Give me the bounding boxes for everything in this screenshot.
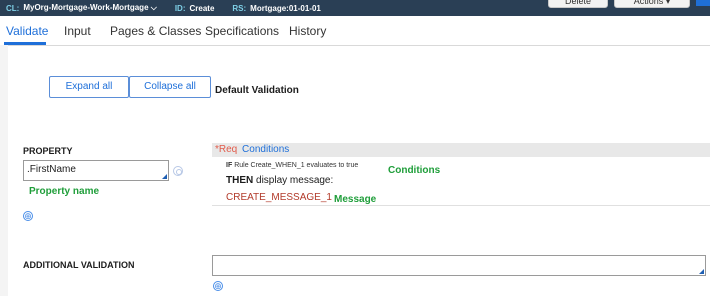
then-line: THEN display message: — [226, 175, 333, 186]
delete-button[interactable]: Delete — [548, 0, 608, 8]
rule-tabs: Validate Input Pages & Classes Specifica… — [0, 16, 710, 46]
cl-label: CL: — [6, 3, 20, 13]
rule-text[interactable]: Rule Create_WHEN_1 evaluates to true — [234, 162, 358, 169]
active-tab-indicator — [4, 42, 46, 45]
property-heading: PROPERTY — [23, 146, 73, 156]
id-label: ID: — [174, 3, 186, 13]
save-button-edge[interactable] — [696, 0, 710, 6]
gear-icon[interactable] — [173, 166, 183, 176]
section-divider — [212, 205, 710, 206]
cl-value[interactable]: MyOrg-Mortgage-Work-Mortgage ⌵ — [23, 3, 156, 13]
conditions-header: *Req Conditions — [212, 143, 710, 157]
if-rule-line: IF Rule Create_WHEN_1 evaluates to true — [226, 162, 358, 169]
actions-button[interactable]: Actions ▾ — [614, 0, 690, 8]
rule-header-bar: CL: MyOrg-Mortgage-Work-Mortgage ⌵ ID: C… — [0, 0, 710, 16]
tab-pages-classes[interactable]: Pages & Classes — [110, 24, 201, 38]
conditions-annotation: Conditions — [388, 165, 441, 176]
then-keyword: THEN — [226, 175, 254, 186]
add-row-icon[interactable]: ⊕ — [23, 211, 33, 221]
property-input[interactable]: .FirstName — [23, 160, 169, 181]
message-link[interactable]: CREATE_MESSAGE_1 — [226, 192, 332, 203]
default-validation-title: Default Validation — [215, 85, 299, 96]
property-input-value: .FirstName — [27, 164, 76, 175]
if-keyword: IF — [226, 162, 233, 169]
conditions-link[interactable]: Conditions — [242, 144, 289, 155]
left-gutter — [0, 45, 8, 296]
property-annotation: Property name — [29, 186, 100, 197]
expand-all-button[interactable]: Expand all — [49, 76, 129, 98]
required-marker: *Req — [215, 144, 238, 155]
autocomplete-icon — [162, 174, 167, 179]
id-value: Create — [189, 3, 215, 13]
autocomplete-icon — [699, 269, 704, 274]
tab-input[interactable]: Input — [64, 24, 91, 38]
rs-label: RS: — [232, 3, 247, 13]
additional-validation-input[interactable] — [212, 255, 706, 276]
message-annotation: Message — [334, 194, 377, 205]
tab-validate[interactable]: Validate — [6, 24, 48, 38]
then-text: display message: — [256, 175, 334, 186]
add-additional-validation-icon[interactable]: ⊕ — [213, 281, 223, 291]
rs-value: Mortgage:01-01-01 — [250, 3, 321, 13]
additional-validation-heading: ADDITIONAL VALIDATION — [23, 260, 135, 270]
tab-specifications[interactable]: Specifications — [205, 24, 279, 38]
collapse-all-button[interactable]: Collapse all — [129, 76, 211, 98]
tab-history[interactable]: History — [289, 24, 326, 38]
